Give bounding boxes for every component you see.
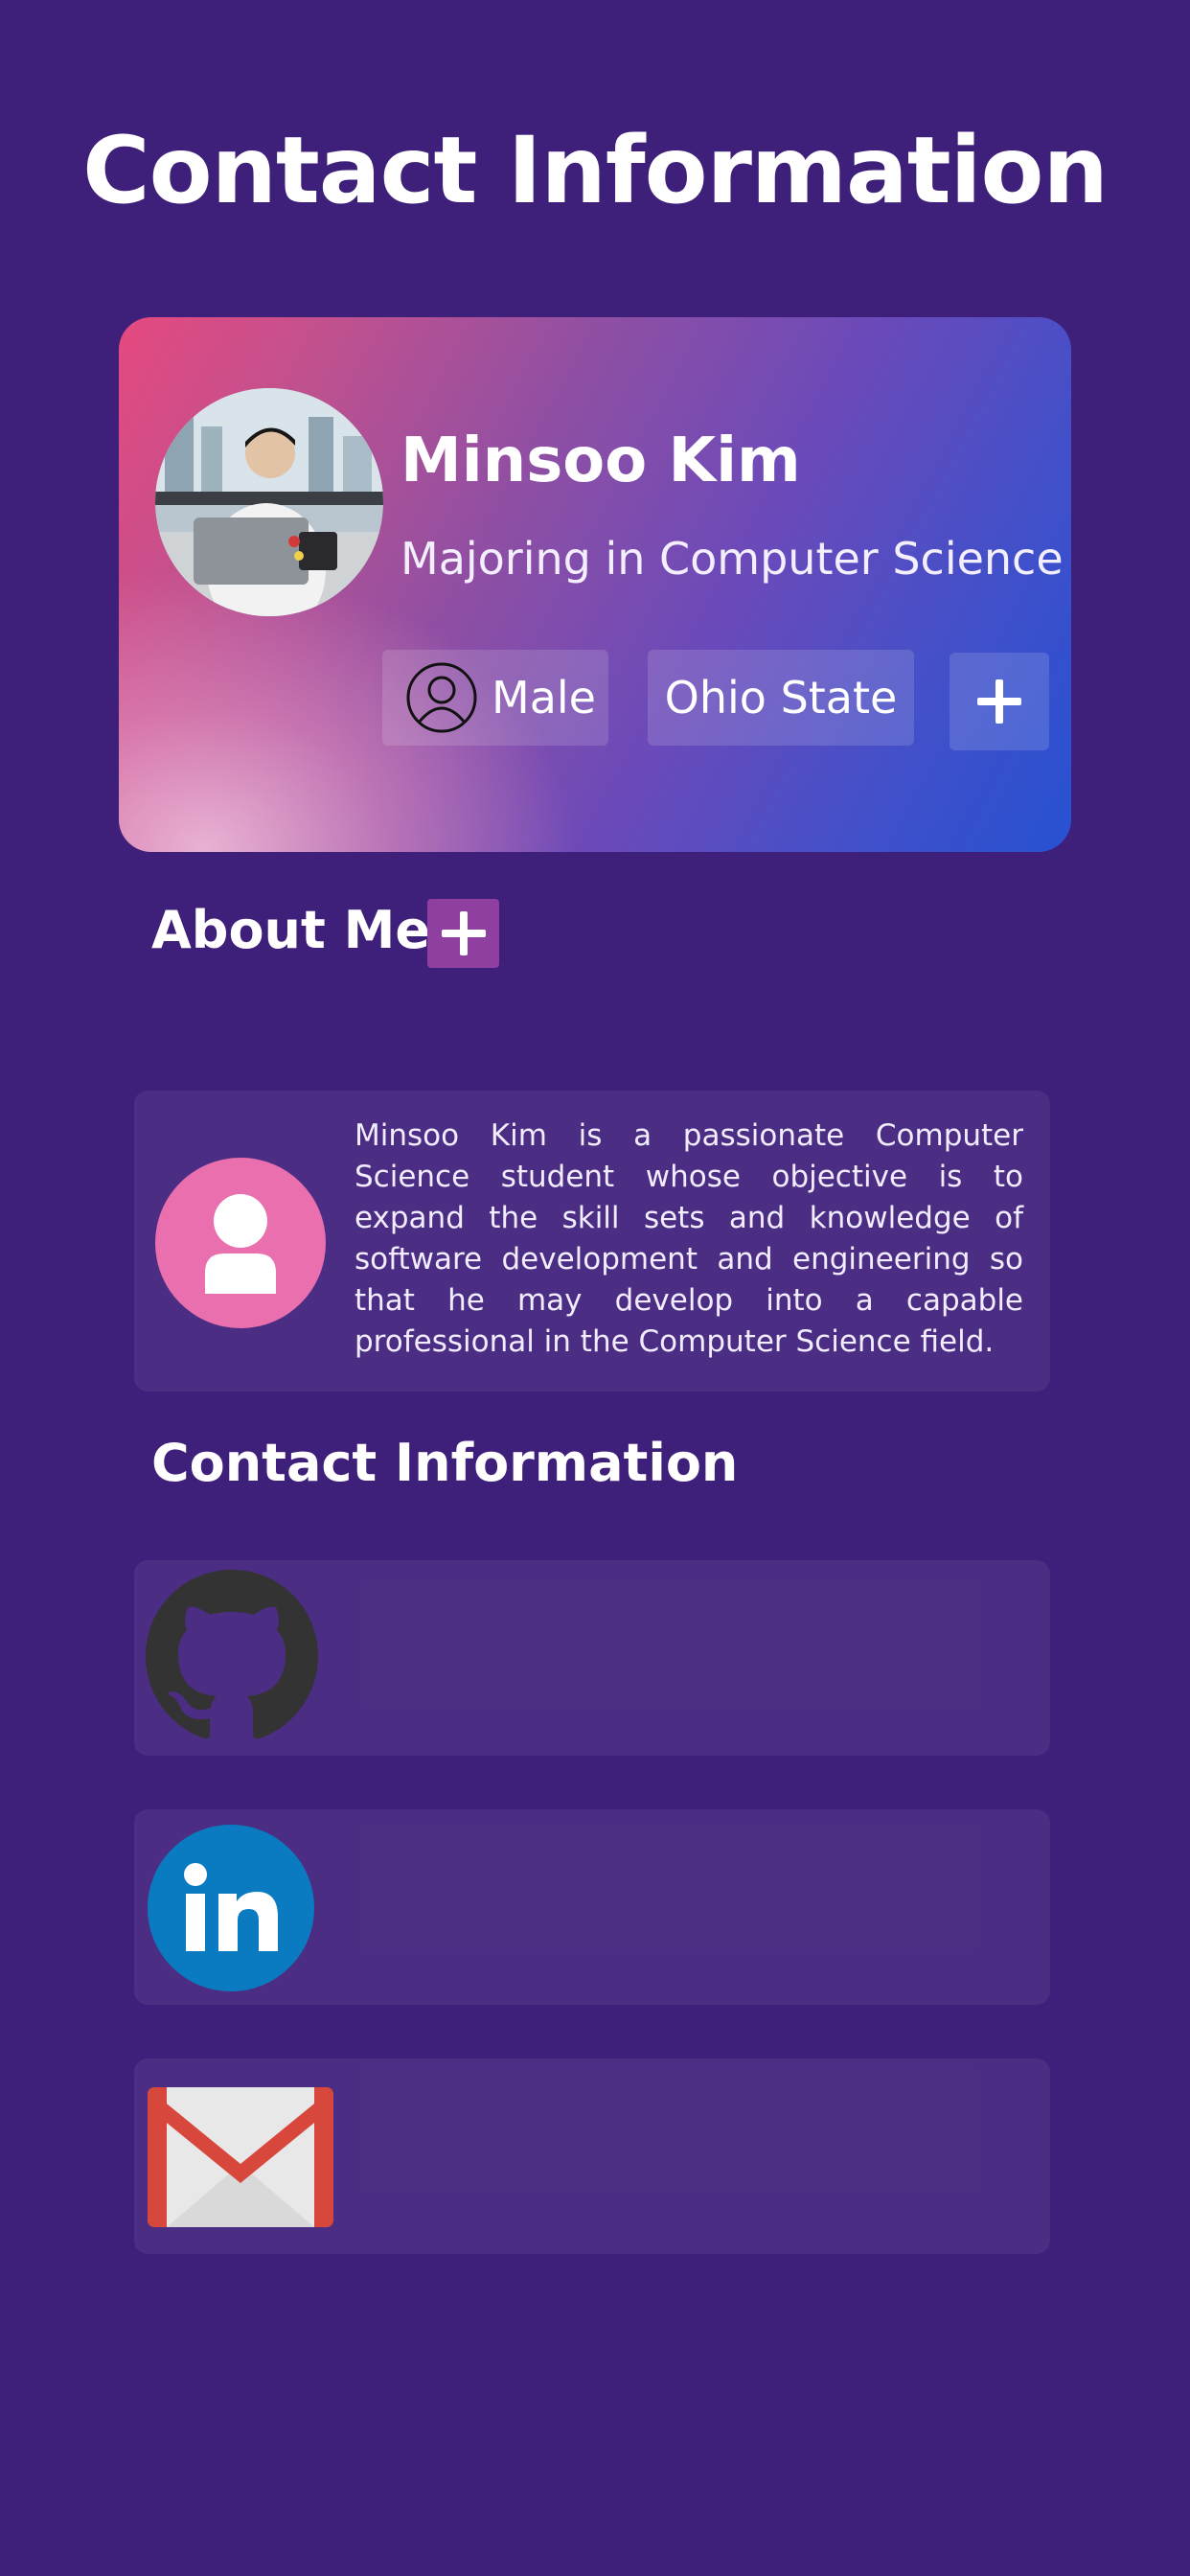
add-profile-tag-button[interactable] <box>950 653 1049 750</box>
page-title: Contact Information <box>82 117 1109 224</box>
profile-avatar <box>155 388 383 616</box>
profile-major: Majoring in Computer Science <box>400 533 1064 585</box>
about-me-title: About Me <box>151 900 430 960</box>
profile-name: Minsoo Kim <box>400 426 801 496</box>
about-panel: Minsoo Kim is a passionate Computer Scie… <box>134 1091 1050 1392</box>
contact-section-title: Contact Information <box>151 1433 739 1493</box>
profile-card: Minsoo Kim Majoring in Computer Science … <box>119 317 1071 852</box>
person-outline-icon <box>406 662 477 733</box>
school-chip[interactable]: Ohio State <box>648 650 914 746</box>
add-about-button[interactable] <box>427 899 499 968</box>
plus-icon <box>441 911 486 955</box>
github-contact-row[interactable] <box>134 1560 1050 1756</box>
gender-label: Male <box>492 672 596 724</box>
user-avatar-icon <box>155 1158 326 1328</box>
gender-chip[interactable]: Male <box>382 650 608 746</box>
gmail-contact-row[interactable] <box>134 2058 1050 2254</box>
about-text: Minsoo Kim is a passionate Computer Scie… <box>355 1118 1023 1359</box>
linkedin-contact-row[interactable] <box>134 1809 1050 2005</box>
school-label: Ohio State <box>664 672 898 724</box>
plus-icon <box>977 679 1021 724</box>
gmail-icon <box>148 2087 333 2227</box>
linkedin-icon <box>148 1825 314 1991</box>
github-icon <box>146 1570 318 1739</box>
